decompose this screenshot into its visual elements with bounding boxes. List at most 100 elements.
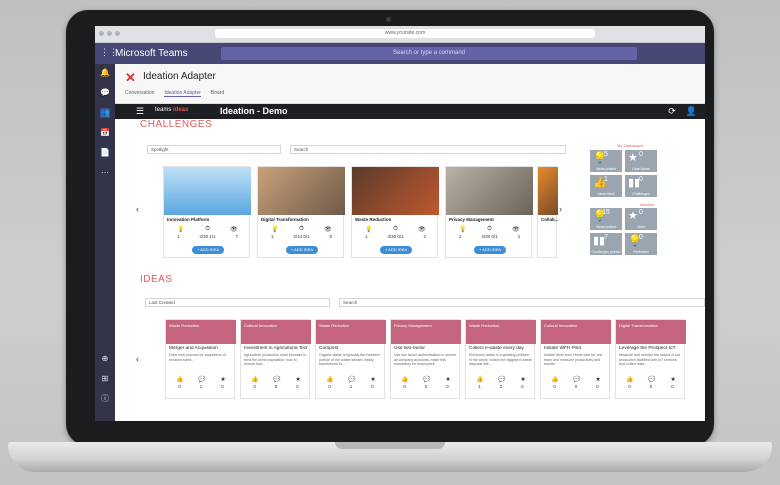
- idea-card[interactable]: Cultural Innovation Initiate WFH Pilot I…: [540, 319, 611, 399]
- comment-icon[interactable]: 💬: [273, 376, 280, 383]
- star-icon[interactable]: ★: [595, 376, 600, 383]
- idea-title: Investment in Agricultural Technology: [244, 346, 308, 351]
- like-icon[interactable]: 👍: [251, 376, 258, 383]
- idea-stats-icons: 👍 💬 ★: [544, 376, 608, 383]
- challenge-title: Digital Transformation: [261, 217, 309, 222]
- idea-category: Cultural Innovation: [241, 320, 311, 344]
- challenge-card[interactable]: Digital Transformation 💡 ⏱ 👁 1 2/14 0/1 0 + …: [257, 166, 345, 258]
- star-icon[interactable]: ★: [520, 376, 525, 383]
- activity-icon[interactable]: 🔔: [100, 68, 110, 78]
- challenge-image: [352, 167, 439, 215]
- challenge-card[interactable]: Innovation Platform 💡 ⏱ 👁 1 3/30 1/1 7 + ADD…: [163, 166, 251, 258]
- comment-icon[interactable]: 💬: [348, 376, 355, 383]
- comment-icon[interactable]: 💬: [573, 376, 580, 383]
- challenge-card[interactable]: Waste Reduction 💡 ⏱ 👁 1 3/30 0/1 2 + ADD IDE…: [351, 166, 439, 258]
- challenge-card[interactable]: Privacy Management 💡 ⏱ 👁 2 4/30 0/1 4 + ADD …: [445, 166, 533, 258]
- idea-title: Merger and Acquisition: [169, 346, 218, 351]
- idea-card[interactable]: Waste Reduction Compost Organic waste is…: [315, 319, 386, 399]
- ideas-search-input[interactable]: Search: [339, 298, 705, 307]
- teams-header: ⋮⋮ Microsoft Teams Search or type a comm…: [95, 43, 705, 64]
- browser-chrome: www.yoursite.com: [95, 26, 705, 43]
- like-icon[interactable]: 👍: [176, 376, 183, 383]
- challenge-title: Privacy Management: [449, 217, 494, 222]
- idea-description: Measure and monitor the output of our pr…: [619, 353, 681, 366]
- idea-description: Use two factor authentication to secure …: [394, 353, 457, 366]
- like-icon[interactable]: 👍: [626, 376, 633, 383]
- challenges-next-icon[interactable]: ›: [559, 204, 562, 214]
- idea-card[interactable]: Digital Transformation Leverage the Pros…: [615, 319, 686, 399]
- screen: www.yoursite.com ⋮⋮ Microsoft Teams Sear…: [95, 26, 705, 421]
- ideas-sort-select[interactable]: Last Created: [145, 298, 330, 307]
- like-icon[interactable]: 👍: [401, 376, 408, 383]
- more-icon[interactable]: ⋯: [100, 168, 110, 178]
- idea-card[interactable]: Waste Reduction Merger and Acquisition D…: [165, 319, 236, 399]
- idea-category: Waste Reduction: [166, 320, 236, 344]
- chat-icon[interactable]: 💬: [100, 88, 110, 98]
- comment-icon[interactable]: 💬: [198, 376, 205, 383]
- like-icon[interactable]: 👍: [326, 376, 333, 383]
- store-icon[interactable]: ⊞: [100, 374, 110, 384]
- files-icon[interactable]: 📄: [100, 148, 110, 158]
- challenges-prev-icon[interactable]: ‹: [136, 204, 139, 214]
- window-controls[interactable]: [99, 31, 120, 36]
- ideas-prev-icon[interactable]: ‹: [136, 354, 139, 364]
- menu-icon[interactable]: ☰: [136, 106, 144, 117]
- idea-card[interactable]: Waste Reduction Collect e-waste every da…: [465, 319, 536, 399]
- app-logo-icon: ✕: [125, 70, 136, 85]
- bulb-icon: 💡: [177, 227, 185, 233]
- star-icon[interactable]: ★: [370, 376, 375, 383]
- challenge-image: [538, 167, 558, 215]
- app-title: Ideation - Demo: [220, 106, 288, 116]
- tab-ideation-adapter[interactable]: Ideation Adapter: [164, 90, 201, 97]
- challenge-stats: 1 3/30 1/1 7: [176, 234, 239, 239]
- teams-search[interactable]: Search or type a command: [221, 47, 637, 60]
- tab-conversation[interactable]: Conversation: [125, 90, 154, 97]
- apps-icon[interactable]: ⊕: [100, 354, 110, 364]
- idea-card[interactable]: Privacy Management Use two-factor Use tw…: [390, 319, 461, 399]
- star-icon[interactable]: ★: [220, 376, 225, 383]
- user-icon[interactable]: 👤: [686, 106, 697, 117]
- comment-icon[interactable]: 💬: [423, 376, 430, 383]
- like-icon[interactable]: 👍: [476, 376, 483, 383]
- comment-icon[interactable]: 💬: [648, 376, 655, 383]
- challenge-card[interactable]: Collab...: [537, 166, 559, 258]
- dashboard-label: My Dashboard: [617, 143, 644, 148]
- challenge-title: Innovation Platform: [167, 217, 210, 222]
- star-icon[interactable]: ★: [295, 376, 300, 383]
- add-idea-button[interactable]: + ADD IDEA: [474, 246, 506, 254]
- challenge-filter-select[interactable]: Spotlight: [147, 145, 281, 154]
- comment-icon[interactable]: 💬: [498, 376, 505, 383]
- challenge-search-input[interactable]: Search: [290, 145, 566, 154]
- add-idea-button[interactable]: + ADD IDEA: [380, 246, 412, 254]
- star-icon[interactable]: ★: [670, 376, 675, 383]
- challenge-stats-icons: 💡 ⏱ 👁: [449, 226, 530, 233]
- tab-board[interactable]: Board: [211, 90, 224, 97]
- refresh-icon[interactable]: ⟳: [668, 106, 676, 117]
- idea-stats: 000: [253, 384, 299, 389]
- idea-category: Digital Transformation: [616, 320, 686, 344]
- meetings-icon[interactable]: 📅: [100, 128, 110, 138]
- idea-category: Waste Reduction: [466, 320, 536, 344]
- idea-title: Compost: [319, 346, 339, 351]
- teams-icon[interactable]: 👥: [100, 108, 110, 118]
- like-icon[interactable]: 👍: [551, 376, 558, 383]
- webcam: [386, 17, 391, 22]
- address-bar[interactable]: www.yoursite.com: [215, 29, 595, 38]
- help-icon[interactable]: ⓘ: [100, 394, 110, 404]
- eye-icon: 👁: [512, 227, 520, 233]
- stat-tile: ★ 0 Liked: [625, 208, 657, 230]
- bulb-icon: 💡: [459, 227, 467, 233]
- idea-stats: 010: [328, 384, 374, 389]
- clock-icon: ⏱: [393, 226, 398, 232]
- idea-title: Initiate WFH Pilot: [544, 346, 582, 351]
- challenge-stats-icons: 💡 ⏱ 👁: [167, 226, 248, 233]
- add-idea-button[interactable]: + ADD IDEA: [286, 246, 318, 254]
- star-icon[interactable]: ★: [445, 376, 450, 383]
- stat-tile: 👍 1 Ideas liked: [590, 175, 622, 197]
- add-idea-button[interactable]: + ADD IDEA: [192, 246, 224, 254]
- idea-category: Privacy Management: [391, 320, 461, 344]
- idea-card[interactable]: Cultural Innovation Investment in Agricu…: [240, 319, 311, 399]
- stat-tile: 💡 15 Ideas posted: [590, 208, 622, 230]
- idea-title: Leverage the Prospect IoT: [619, 346, 676, 351]
- idea-category: Cultural Innovation: [541, 320, 611, 344]
